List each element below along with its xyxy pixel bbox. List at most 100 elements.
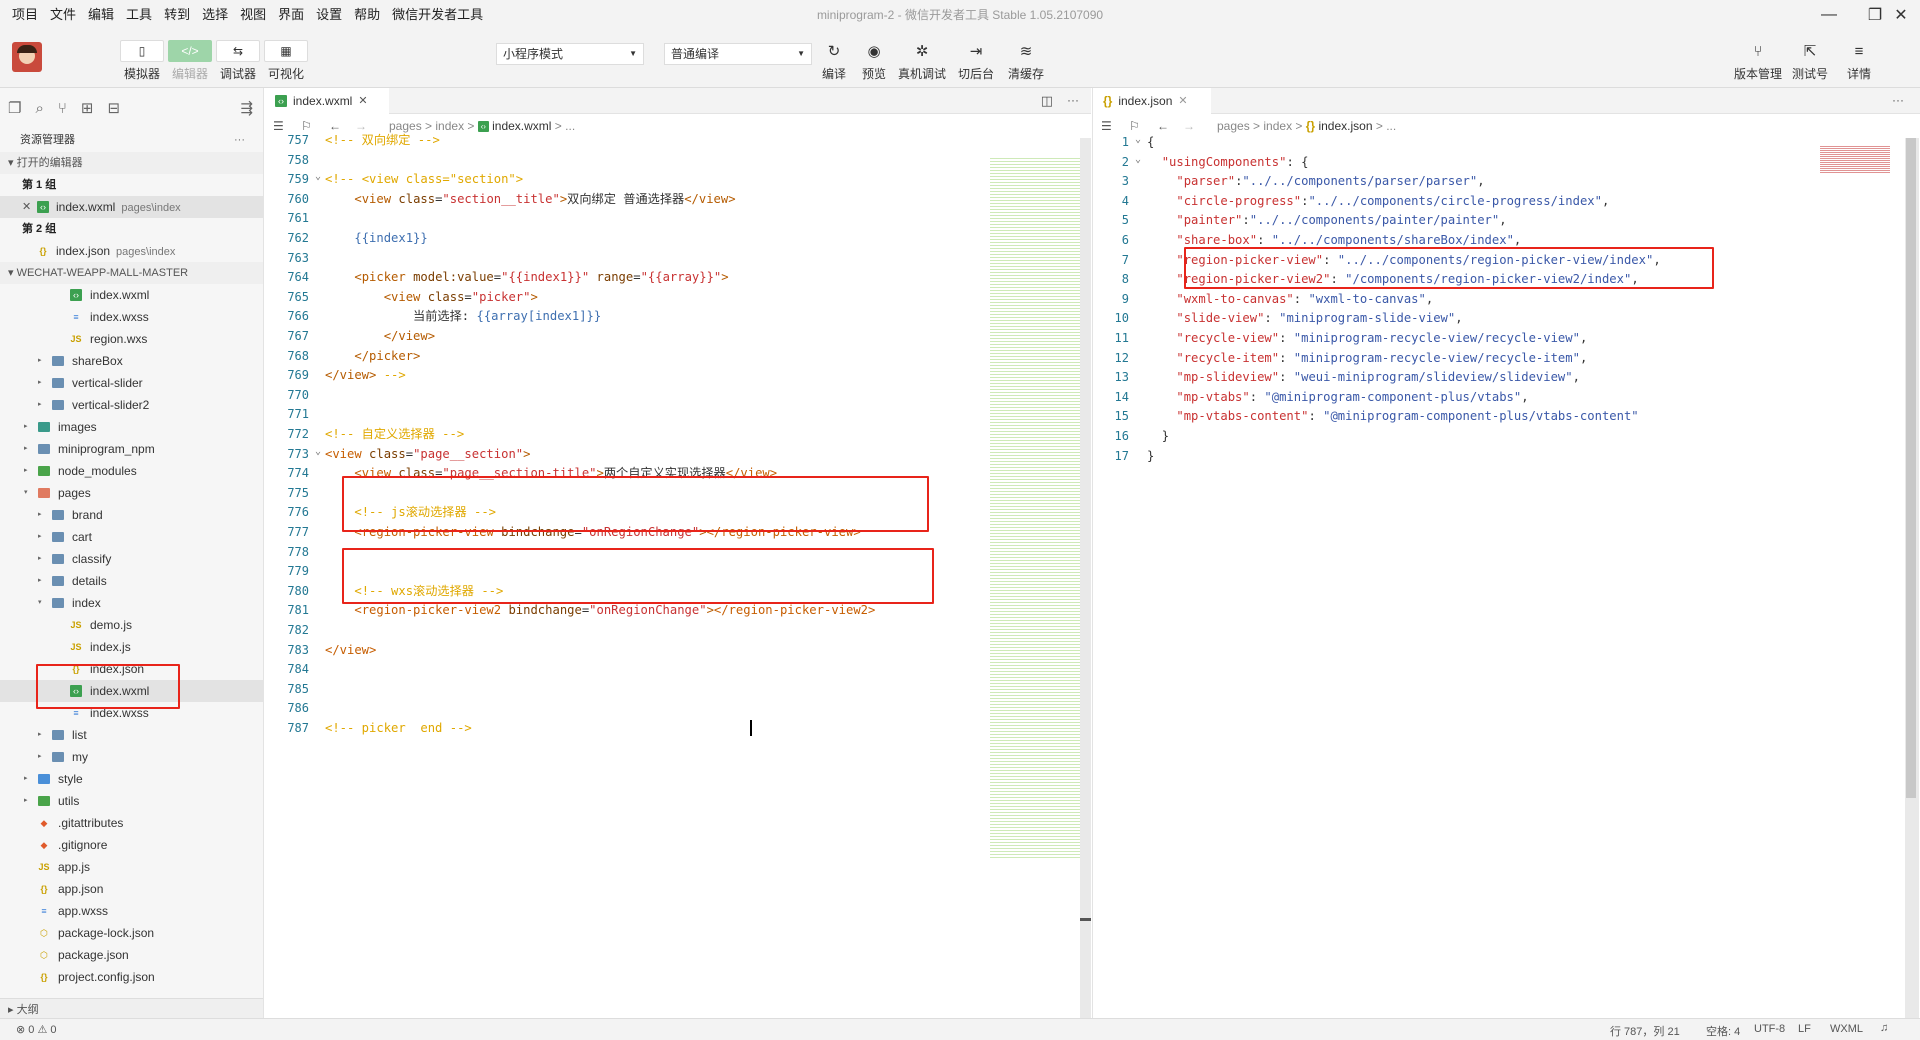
tree-item[interactable]: ▸ utils (0, 790, 263, 812)
external-button[interactable]: ⇱ 测试号 (1786, 40, 1834, 82)
chevron-right-icon[interactable]: ▸ (24, 438, 28, 460)
menu-item[interactable]: 帮助 (348, 0, 386, 30)
menu-item[interactable]: 设置 (310, 0, 348, 30)
chevron-right-icon[interactable]: ▸ (24, 790, 28, 812)
layout-button[interactable]: ▦ 可视化 (262, 40, 310, 82)
mode-select[interactable]: 小程序模式 ▼ (496, 43, 644, 65)
tree-item[interactable]: ▸ details (0, 570, 263, 592)
tree-item[interactable]: ▸ style (0, 768, 263, 790)
problems-indicator[interactable]: ⊗ 0 ⚠ 0 (16, 1023, 56, 1036)
compile-select[interactable]: 普通编译 ▼ (664, 43, 812, 65)
tree-item[interactable]: ▸ brand (0, 504, 263, 526)
open-editors-header[interactable]: ▾ 打开的编辑器 (0, 152, 263, 174)
chevron-down-icon[interactable]: ▾ (24, 482, 28, 504)
tree-item[interactable]: ≡ index.wxss (0, 306, 263, 328)
cursor-position[interactable]: 行 787，列 21 (1610, 1023, 1680, 1039)
menu-item[interactable]: 转到 (158, 0, 196, 30)
tree-item[interactable]: ⬡ package-lock.json (0, 922, 263, 944)
tree-item[interactable]: ⬡ package.json (0, 944, 263, 966)
more-icon[interactable]: ··· (234, 128, 245, 152)
close-icon[interactable]: ✕ (358, 88, 367, 114)
menu-item[interactable]: 文件 (44, 0, 82, 30)
chevron-right-icon[interactable]: ▸ (38, 526, 42, 548)
chevron-down-icon[interactable]: ▾ (38, 592, 42, 614)
menu-item[interactable]: 工具 (120, 0, 158, 30)
indent-setting[interactable]: 空格: 4 (1706, 1023, 1740, 1039)
tree-item[interactable]: JS demo.js (0, 614, 263, 636)
back-icon[interactable]: ← (1157, 114, 1169, 138)
close-icon[interactable]: ✕ (22, 196, 31, 218)
more-icon[interactable]: ··· (1067, 93, 1079, 107)
fold-icon[interactable]: ⌄ (315, 171, 321, 182)
menu-item[interactable]: 界面 (272, 0, 310, 30)
outline-header[interactable]: ▸ 大纲 (0, 998, 263, 1020)
tree-item[interactable]: ▾ index (0, 592, 263, 614)
chevron-right-icon[interactable]: ▸ (24, 416, 28, 438)
fold-icon[interactable]: ⌄ (315, 446, 321, 457)
tree-item[interactable]: ▸ vertical-slider (0, 372, 263, 394)
split-editor-icon[interactable]: ◫ (1041, 93, 1053, 109)
tree-item[interactable]: ◆ .gitattributes (0, 812, 263, 834)
eol[interactable]: LF (1798, 1023, 1811, 1035)
tree-item[interactable]: JS index.js (0, 636, 263, 658)
phone-button[interactable]: ▯ 模拟器 (118, 40, 166, 82)
close-icon[interactable]: ✕ (1178, 88, 1187, 114)
more-icon[interactable]: ··· (1892, 93, 1904, 107)
menu-item[interactable]: 视图 (234, 0, 272, 30)
menu-item[interactable]: 选择 (196, 0, 234, 30)
tree-item[interactable]: JS region.wxs (0, 328, 263, 350)
debug-panel-icon[interactable]: ⊟ (107, 99, 120, 117)
tree-item[interactable]: ≡ app.wxss (0, 900, 263, 922)
tree-item[interactable]: {} app.json (0, 878, 263, 900)
extensions-icon[interactable]: ⊞ (81, 99, 94, 117)
bell-icon[interactable]: ♫ (1880, 1022, 1888, 1034)
chevron-right-icon[interactable]: ▸ (38, 350, 42, 372)
eye-button[interactable]: ◉ 预览 (850, 40, 898, 82)
tree-item[interactable]: JS app.js (0, 856, 263, 878)
chevron-right-icon[interactable]: ▸ (38, 570, 42, 592)
chevron-right-icon[interactable]: ▸ (38, 372, 42, 394)
switch-button[interactable]: ⇥ 切后台 (952, 40, 1000, 82)
tree-item[interactable]: ▸ list (0, 724, 263, 746)
git-button[interactable]: ⑂ 版本管理 (1734, 40, 1782, 82)
fold-icon[interactable]: ⌄ (1135, 134, 1141, 145)
menu-button[interactable]: ≡ 详情 (1835, 40, 1883, 82)
chevron-right-icon[interactable]: ▸ (38, 504, 42, 526)
tree-item[interactable]: {} project.config.json (0, 966, 263, 988)
scrollbar[interactable] (1905, 138, 1919, 1018)
tree-item[interactable]: ▸ miniprogram_npm (0, 438, 263, 460)
tree-item[interactable]: ▸ node_modules (0, 460, 263, 482)
project-header[interactable]: ▾ WECHAT-WEAPP-MALL-MASTER (0, 262, 263, 284)
chevron-right-icon[interactable]: ▸ (38, 548, 42, 570)
source-control-icon[interactable]: ⑂ (58, 100, 67, 117)
forward-icon[interactable]: → (1183, 114, 1195, 138)
open-editor-item[interactable]: {} index.json pages\index (0, 240, 263, 262)
close-window-button[interactable]: ✕ (1878, 0, 1920, 30)
chevron-right-icon[interactable]: ▸ (38, 394, 42, 416)
menu-item[interactable]: 编辑 (82, 0, 120, 30)
chevron-right-icon[interactable]: ▸ (38, 724, 42, 746)
chevron-right-icon[interactable]: ▸ (38, 746, 42, 768)
tree-item[interactable]: ▸ my (0, 746, 263, 768)
debug-button[interactable]: ⇆ 调试器 (214, 40, 262, 82)
tree-item[interactable]: ‹› index.wxml (0, 284, 263, 306)
code-button[interactable]: </> 编辑器 (166, 40, 214, 82)
fold-icon[interactable]: ⌄ (1135, 154, 1141, 165)
chevron-right-icon[interactable]: ▸ (24, 768, 28, 790)
files-icon[interactable]: ❐ (8, 99, 21, 117)
tab-index-json[interactable]: {} index.json ✕ (1093, 88, 1211, 114)
language-mode[interactable]: WXML (1830, 1023, 1863, 1035)
open-editor-item[interactable]: ✕ ‹› index.wxml pages\index (0, 196, 263, 218)
tree-item[interactable]: ▸ classify (0, 548, 263, 570)
avatar[interactable] (12, 42, 42, 72)
menu-item[interactable]: 微信开发者工具 (386, 0, 489, 30)
tree-item[interactable]: ▾ pages (0, 482, 263, 504)
tree-item[interactable]: ▸ cart (0, 526, 263, 548)
tree-item[interactable]: ▸ vertical-slider2 (0, 394, 263, 416)
split-sidebar-icon[interactable]: ⇶ (240, 99, 253, 117)
menu-item[interactable]: 项目 (6, 0, 44, 30)
layers-button[interactable]: ≋ 清缓存 (1002, 40, 1050, 82)
tree-item[interactable]: ▸ images (0, 416, 263, 438)
search-icon[interactable]: ⌕ (35, 100, 43, 117)
tab-index-wxml[interactable]: ‹› index.wxml ✕ (265, 88, 389, 114)
